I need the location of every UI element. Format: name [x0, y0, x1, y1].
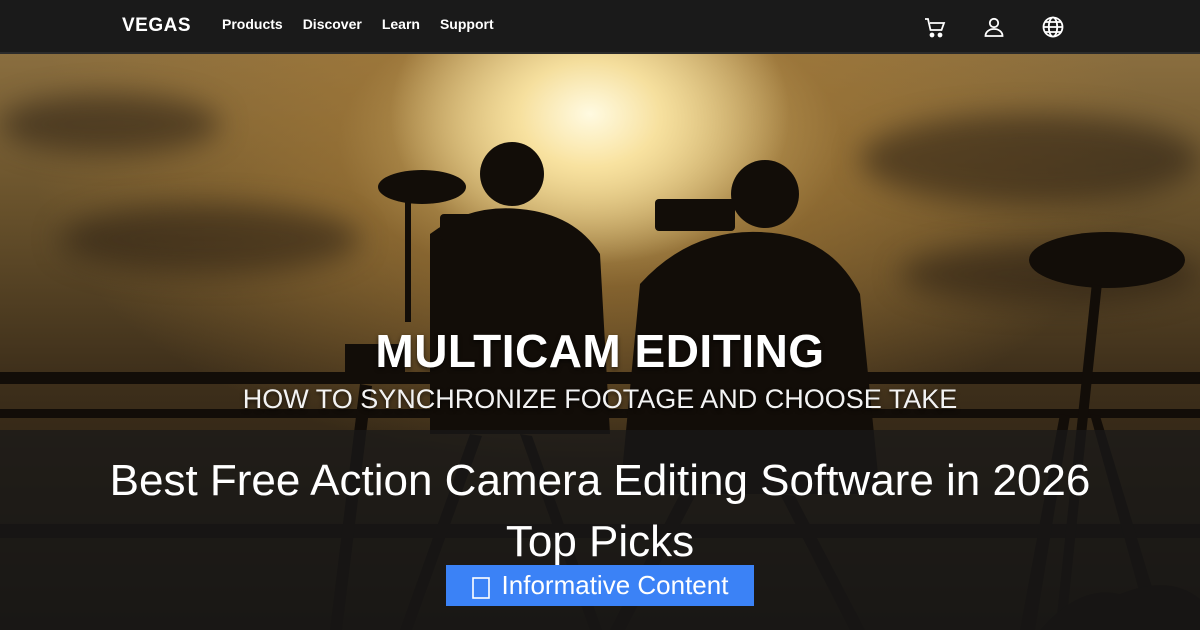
cart-icon[interactable] — [922, 14, 948, 40]
vegas-logo[interactable]: VEGAS — [122, 15, 191, 37]
badge-label: Informative Content — [501, 570, 729, 600]
nav-link-support[interactable]: Support — [440, 16, 494, 32]
nav-link-discover[interactable]: Discover — [303, 16, 362, 32]
globe-icon[interactable] — [1040, 14, 1066, 40]
user-icon[interactable] — [981, 14, 1007, 40]
top-nav: VEGAS Products Discover Learn Support — [0, 0, 1200, 54]
hero-title: MULTICAM EDITING — [375, 325, 825, 377]
hero-subtitle: HOW TO SYNCHRONIZE FOOTAGE AND CHOOSE TA… — [242, 384, 958, 414]
article-headline: Best Free Action Camera Editing Software… — [0, 450, 1200, 572]
nav-link-products[interactable]: Products — [222, 16, 283, 32]
headline-line-1: Best Free Action Camera Editing Software… — [109, 456, 1091, 505]
nav-links: Products Discover Learn Support — [222, 16, 514, 32]
nav-link-learn[interactable]: Learn — [382, 16, 420, 32]
document-icon — [471, 575, 490, 599]
nav-icons — [922, 14, 1066, 40]
headline-line-2: Top Picks — [505, 517, 695, 566]
content-type-badge[interactable]: Informative Content — [446, 565, 754, 606]
